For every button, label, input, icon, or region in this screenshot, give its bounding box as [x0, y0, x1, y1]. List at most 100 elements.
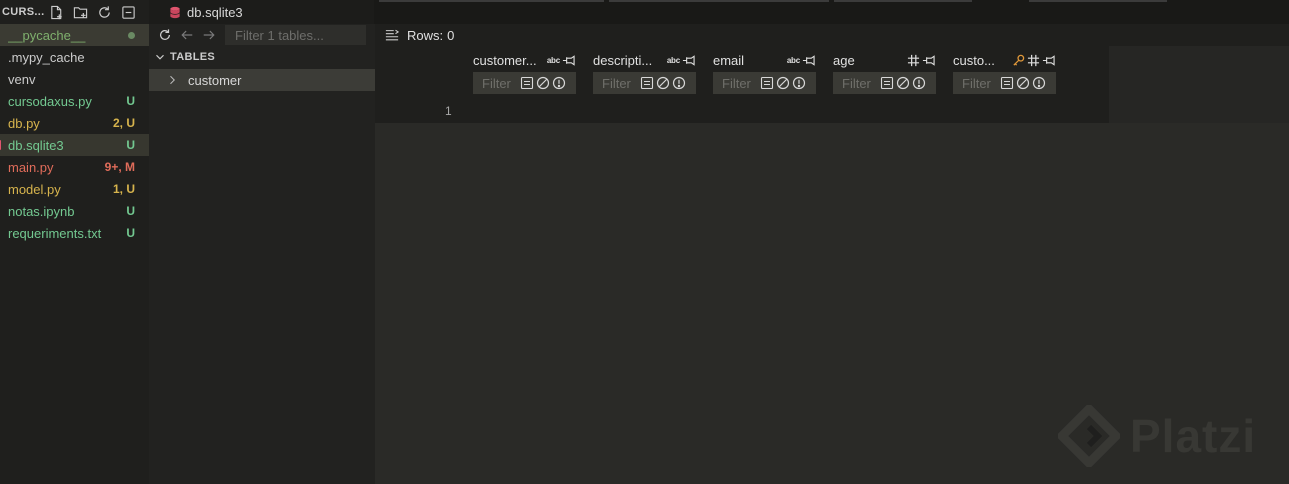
- table-item-customer[interactable]: customer: [149, 69, 375, 91]
- not-null-filter-icon[interactable]: [912, 76, 926, 90]
- column-title: descripti...: [593, 52, 653, 68]
- not-null-filter-icon[interactable]: [792, 76, 806, 90]
- column-badges: abc: [547, 54, 575, 67]
- explorer-actions: [48, 4, 136, 20]
- grid-column: descripti... abc: [593, 51, 697, 97]
- column-filter-input[interactable]: [962, 75, 994, 91]
- column-filter-input[interactable]: [602, 75, 634, 91]
- chevron-right-icon: [170, 75, 175, 85]
- tab-strip: [834, 0, 972, 2]
- hash-icon: [1027, 54, 1040, 67]
- pin-icon[interactable]: [922, 54, 935, 67]
- file-name: __pycache__: [8, 27, 86, 43]
- file-status: U: [126, 94, 135, 108]
- column-title: customer...: [473, 52, 537, 68]
- database-file-icon: [0, 140, 1, 150]
- equals-filter-icon[interactable]: [1000, 76, 1014, 90]
- file-list: __pycache__ .mypy_cache venv cursodaxus.…: [0, 24, 149, 244]
- rows-count: 0: [447, 27, 455, 43]
- refresh-icon[interactable]: [157, 27, 173, 43]
- equals-filter-icon[interactable]: [640, 76, 654, 90]
- file-row[interactable]: __pycache__: [0, 24, 149, 46]
- tab-db-sqlite3[interactable]: db.sqlite3: [149, 0, 374, 24]
- column-filter: [713, 72, 816, 94]
- platzi-logo-icon: [1058, 405, 1120, 467]
- null-filter-icon[interactable]: [776, 76, 790, 90]
- equals-filter-icon[interactable]: [760, 76, 774, 90]
- null-filter-icon[interactable]: [1016, 76, 1030, 90]
- file-name: venv: [8, 71, 36, 87]
- pin-icon[interactable]: [562, 54, 575, 67]
- grid-empty-header: [1109, 46, 1289, 123]
- new-file-icon[interactable]: [48, 4, 64, 20]
- file-name: db.py: [8, 115, 40, 131]
- column-filter-input[interactable]: [482, 75, 514, 91]
- grid-column: age: [833, 51, 937, 97]
- grid-column: email abc: [713, 51, 817, 97]
- column-filter-input[interactable]: [722, 75, 754, 91]
- tab-strip: [609, 0, 829, 2]
- list-icon[interactable]: [385, 28, 399, 42]
- column-filter: [473, 72, 576, 94]
- file-status: 2, U: [112, 116, 135, 130]
- not-null-filter-icon[interactable]: [552, 76, 566, 90]
- watermark-text: Platzi: [1130, 410, 1257, 462]
- column-filter-icons: [880, 76, 926, 90]
- column-badges: abc: [667, 54, 695, 67]
- file-row[interactable]: .mypy_cache: [0, 46, 149, 68]
- back-arrow-icon[interactable]: [179, 27, 195, 43]
- column-header[interactable]: custo...: [953, 51, 1057, 69]
- tables-filter-input[interactable]: [225, 25, 366, 45]
- file-name: model.py: [8, 181, 61, 197]
- column-title: custo...: [953, 52, 995, 68]
- column-header[interactable]: age: [833, 51, 937, 69]
- file-row[interactable]: db.sqlite3 U: [0, 134, 149, 156]
- file-row[interactable]: db.py 2, U: [0, 112, 149, 134]
- null-filter-icon[interactable]: [536, 76, 550, 90]
- file-status: U: [126, 138, 135, 152]
- pin-icon[interactable]: [682, 54, 695, 67]
- column-filter: [953, 72, 1056, 94]
- tables-section-header[interactable]: TABLES: [149, 46, 375, 68]
- hash-icon: [907, 54, 920, 67]
- not-null-filter-icon[interactable]: [672, 76, 686, 90]
- equals-filter-icon[interactable]: [880, 76, 894, 90]
- pin-icon[interactable]: [1042, 54, 1055, 67]
- column-header[interactable]: customer... abc: [473, 51, 577, 69]
- section-label: TABLES: [170, 51, 215, 63]
- not-null-filter-icon[interactable]: [1032, 76, 1046, 90]
- null-filter-icon[interactable]: [656, 76, 670, 90]
- column-filter-input[interactable]: [842, 75, 874, 91]
- column-badges: abc: [787, 54, 815, 67]
- column-header[interactable]: descripti... abc: [593, 51, 697, 69]
- file-name: main.py: [8, 159, 54, 175]
- grid-column: custo...: [953, 51, 1057, 97]
- database-icon: [169, 6, 181, 18]
- explorer-header: CURS...: [0, 0, 149, 24]
- file-row[interactable]: notas.ipynb U: [0, 200, 149, 222]
- file-row[interactable]: model.py 1, U: [0, 178, 149, 200]
- collapse-all-icon[interactable]: [120, 4, 136, 20]
- refresh-icon[interactable]: [96, 4, 112, 20]
- file-row[interactable]: venv: [0, 68, 149, 90]
- pin-icon[interactable]: [802, 54, 815, 67]
- rows-bar: Rows: 0: [385, 26, 454, 44]
- forward-arrow-icon[interactable]: [201, 27, 217, 43]
- tables-toolbar: [149, 24, 375, 46]
- equals-filter-icon[interactable]: [520, 76, 534, 90]
- file-name: .mypy_cache: [8, 49, 85, 65]
- null-filter-icon[interactable]: [896, 76, 910, 90]
- file-row[interactable]: cursodaxus.py U: [0, 90, 149, 112]
- file-row[interactable]: main.py 9+, M: [0, 156, 149, 178]
- explorer-sidebar: CURS... __pycache__ .mypy_cache venv cur…: [0, 0, 149, 484]
- editor-tabs-bar: db.sqlite3: [149, 0, 1289, 24]
- column-filter-icons: [640, 76, 686, 90]
- file-row[interactable]: requeriments.txt U: [0, 222, 149, 244]
- column-filter-icons: [520, 76, 566, 90]
- column-header[interactable]: email abc: [713, 51, 817, 69]
- new-folder-icon[interactable]: [72, 4, 88, 20]
- column-title: email: [713, 52, 745, 68]
- tables-panel: TABLES customer: [149, 24, 375, 484]
- column-filter-icons: [1000, 76, 1046, 90]
- file-name: cursodaxus.py: [8, 93, 92, 109]
